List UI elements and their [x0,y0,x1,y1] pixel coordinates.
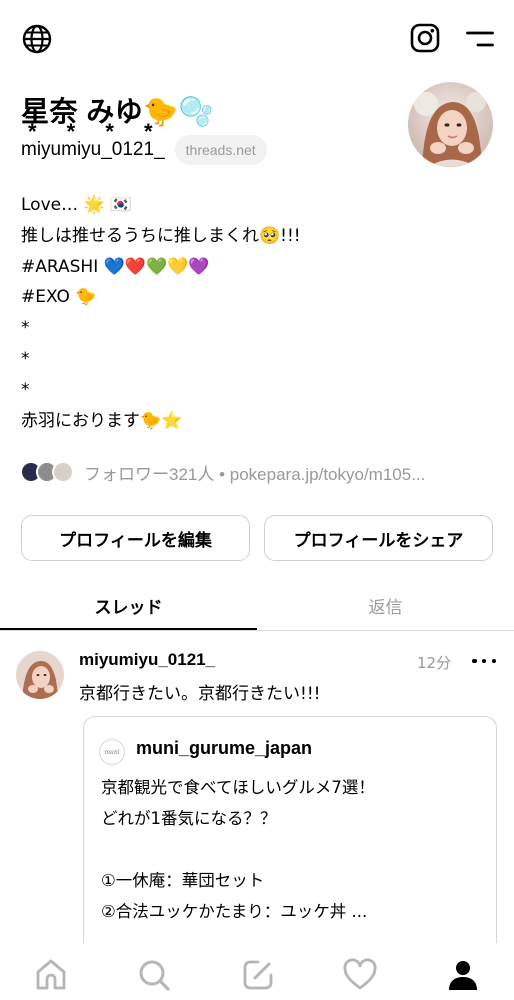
quote-line: 京都観光で食べてほしいグルメ7選！ [101,778,375,797]
globe-icon[interactable] [22,24,52,54]
edit-profile-button[interactable]: プロフィールを編集 [21,515,250,561]
profile-tabs: スレッド 返信 [0,580,514,631]
bio-line: 赤羽におります🐤⭐ [21,410,183,431]
profile-icon[interactable] [445,957,481,993]
tab-active-indicator [0,628,257,630]
post-text: 京都行きたい。京都行きたい!!! [79,684,321,704]
bio-line: 推しは推せるうちに推しまくれ🥺!!! [21,225,301,246]
home-icon[interactable] [33,957,69,993]
search-icon[interactable] [136,957,172,993]
domain-pill[interactable]: threads.net [174,135,267,165]
handle-row: miyumiyu_0121_ threads.net [21,134,267,166]
bio-line: * [21,348,30,369]
quote-avatar: muni [99,739,125,765]
tab-replies[interactable]: 返信 [257,580,514,630]
quote-body: 京都観光で食べてほしいグルメ7選！ どれが1番気になる？？ ①一休庵：華団セット… [101,772,491,927]
post-username[interactable]: miyumiyu_0121_ [79,650,215,670]
follower-avatar [52,461,74,483]
post-avatar[interactable] [16,651,64,699]
compose-icon[interactable] [240,957,276,993]
menu-icon[interactable] [466,30,494,48]
quote-line: どれが1番気になる？？ [101,809,277,828]
quote-line [101,834,491,865]
more-options-icon[interactable] [472,655,496,667]
instagram-icon[interactable] [410,23,440,53]
bio-line: * [21,379,30,400]
quote-line: ②合法ユッケかたまり：ユッケ丼 ... [101,902,368,921]
post-time: 12分 [417,654,452,672]
heart-icon[interactable] [342,957,378,993]
username: miyumiyu_0121_ [21,139,165,160]
bio-line: #ARASHI 💙❤️💚💛💜 [21,256,210,277]
bio-line: #EXO 🐤 [21,287,97,308]
tab-threads[interactable]: スレッド [0,580,257,630]
quote-username[interactable]: muni_gurume_japan [136,738,312,759]
quote-line: ①一休庵：華団セット [101,871,265,890]
share-profile-button[interactable]: プロフィールをシェア [264,515,493,561]
bio-line: Love… 🌟 🇰🇷 [21,195,132,215]
bottom-nav [0,943,514,1000]
bio-line: * [21,318,30,339]
top-bar [0,0,514,80]
profile-avatar[interactable] [408,82,493,167]
bio: Love… 🌟 🇰🇷 推しは推せるうちに推しまくれ🥺!!! #ARASHI 💙❤… [21,190,491,436]
followers-row[interactable]: フォロワー321人 • pokepara.jp/tokyo/m105... [20,457,500,487]
followers-link[interactable]: フォロワー321人 • pokepara.jp/tokyo/m105... [84,460,425,485]
